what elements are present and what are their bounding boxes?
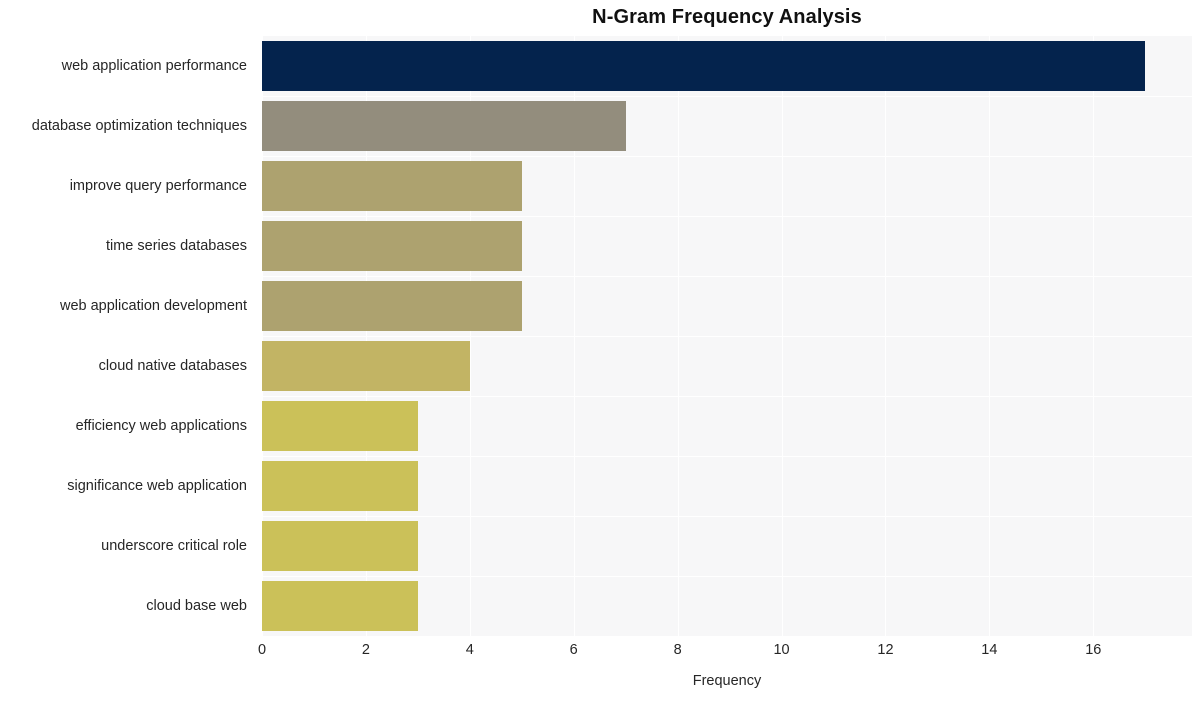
- gridline-horizontal: [262, 156, 1192, 157]
- gridline-horizontal: [262, 336, 1192, 337]
- x-axis-tick-label: 16: [1085, 642, 1102, 658]
- x-axis-tick-label: 2: [361, 642, 370, 658]
- bar[interactable]: [262, 161, 522, 211]
- gridline-horizontal: [262, 216, 1192, 217]
- x-axis-tick-label: 0: [257, 642, 267, 658]
- y-axis-tick-label: web application performance: [61, 58, 247, 74]
- x-axis-tick-label: 8: [673, 642, 682, 658]
- chart-title: N-Gram Frequency Analysis: [592, 6, 862, 28]
- y-axis-tick-label: database optimization techniques: [31, 118, 247, 134]
- bar[interactable]: [262, 281, 522, 331]
- y-axis-tick-label: web application development: [59, 298, 247, 314]
- gridline-horizontal: [262, 96, 1192, 97]
- gridline-horizontal: [262, 456, 1192, 457]
- bar[interactable]: [262, 581, 418, 631]
- bar[interactable]: [262, 461, 418, 511]
- gridline-horizontal: [262, 396, 1192, 397]
- bar[interactable]: [262, 221, 522, 271]
- x-axis-tick-label: 6: [569, 642, 578, 658]
- x-axis-tick-label: 12: [877, 642, 894, 658]
- y-axis-tick-label: underscore critical role: [101, 538, 247, 554]
- bar[interactable]: [262, 41, 1146, 91]
- y-axis-tick-label: significance web application: [67, 478, 247, 494]
- chart-figure: N-Gram Frequency Analysis web applicatio…: [0, 0, 1202, 701]
- bar[interactable]: [262, 401, 418, 451]
- plot-area: [262, 36, 1192, 636]
- bar[interactable]: [262, 341, 470, 391]
- y-axis-tick-label: improve query performance: [69, 178, 247, 194]
- x-axis-tick-label: 10: [773, 642, 790, 658]
- bar[interactable]: [262, 521, 418, 571]
- y-axis-tick-label: cloud native databases: [98, 358, 247, 374]
- y-axis-tick-labels: web application performance database opti…: [0, 36, 252, 636]
- y-axis-tick-label: efficiency web applications: [75, 418, 247, 434]
- y-axis-tick-label: time series databases: [105, 238, 247, 254]
- x-axis-tick-label: 4: [465, 642, 474, 658]
- x-axis-label: Frequency: [692, 673, 762, 689]
- x-axis-tick-labels: 0 2 4 6 8 10 12 14 16: [258, 642, 1192, 665]
- gridline-horizontal: [262, 516, 1192, 517]
- gridline-horizontal: [262, 576, 1192, 577]
- y-axis-tick-label: cloud base web: [146, 598, 247, 614]
- gridline-horizontal: [262, 276, 1192, 277]
- bar[interactable]: [262, 101, 626, 151]
- x-axis-tick-label: 14: [981, 642, 998, 658]
